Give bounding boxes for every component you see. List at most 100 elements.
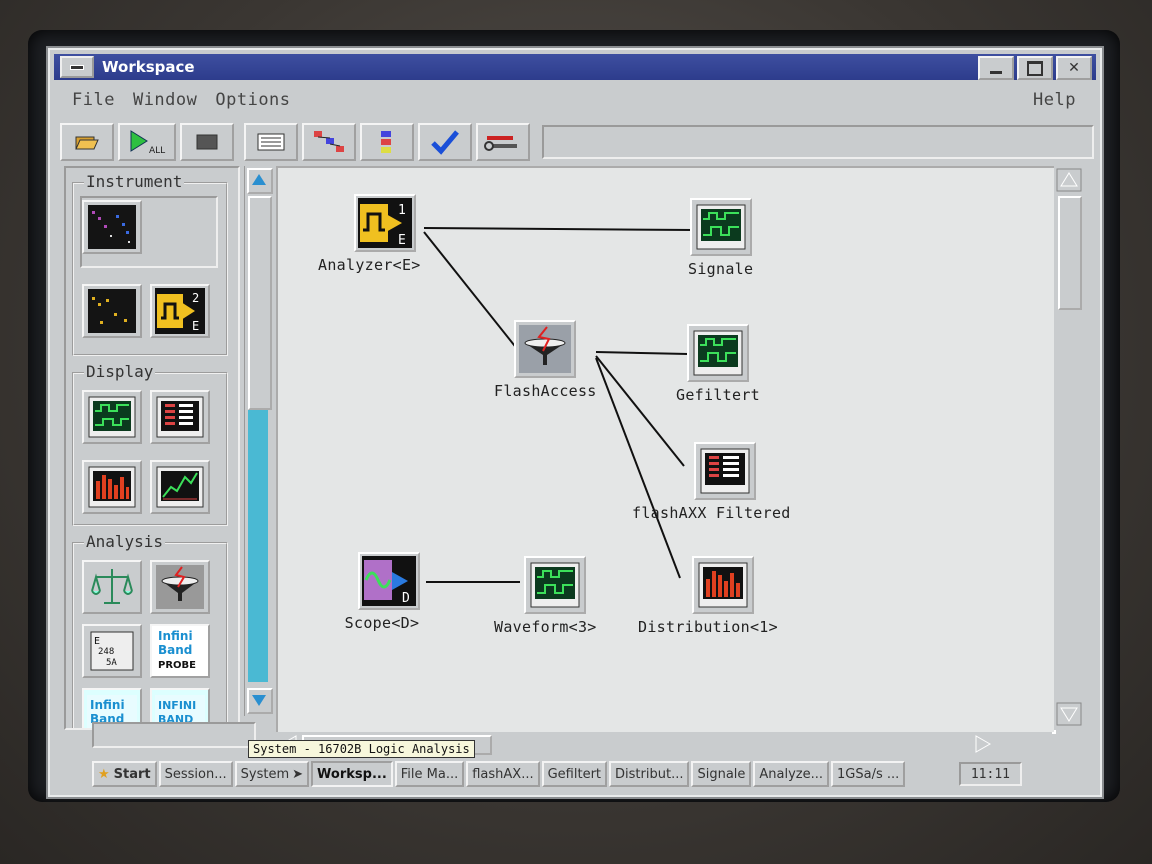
toolbar: ALL: [60, 122, 1094, 162]
node-flashaccess[interactable]: FlashAccess: [494, 320, 597, 400]
node-flashaxx[interactable]: flashAXX Filtered: [632, 442, 791, 522]
arrow-up-icon: [252, 174, 266, 185]
waveform-display-icon: [696, 204, 746, 250]
title-bar[interactable]: Workspace ✕: [54, 54, 1096, 80]
node-scope[interactable]: D Scope<D>: [344, 552, 420, 632]
menu-file[interactable]: File: [72, 90, 115, 110]
task-analyzer[interactable]: Analyze...: [753, 761, 830, 787]
node-waveform[interactable]: Waveform<3>: [494, 556, 597, 636]
task-system[interactable]: System ➤: [234, 761, 310, 787]
palette-horizontal-scrollbar[interactable]: [92, 722, 256, 748]
palette-badge-letter: E: [192, 319, 199, 333]
stop-button[interactable]: [180, 123, 234, 161]
node-waveform-icon-frame[interactable]: [524, 556, 586, 614]
palette-instrument-system[interactable]: [82, 200, 142, 254]
display-group-label: Display: [84, 362, 156, 381]
node-analyzer-icon-frame[interactable]: 1E: [354, 194, 416, 252]
list-button[interactable]: [244, 123, 298, 161]
analyzer-badge-number: 1: [398, 203, 406, 218]
svg-text:Band: Band: [158, 643, 192, 657]
palette-display-listing[interactable]: [150, 390, 210, 444]
check-button[interactable]: [418, 123, 472, 161]
task-1gsa[interactable]: 1GSa/s ...: [831, 761, 906, 787]
stop-icon: [196, 134, 218, 150]
node-gefiltert[interactable]: Gefiltert: [676, 324, 760, 404]
arrow-right-icon[interactable]: [972, 733, 994, 755]
analyzer-icon: 1E: [358, 198, 412, 248]
node-gefiltert-icon-frame[interactable]: [686, 324, 749, 382]
layout-icon: [381, 131, 391, 153]
listing-display-icon: [700, 448, 750, 494]
node-distribution[interactable]: Distribution<1>: [638, 556, 778, 636]
palette-display-waveform[interactable]: [82, 390, 142, 444]
node-flashaxx-label: flashAXX Filtered: [632, 504, 791, 522]
palette-analysis-filter[interactable]: [150, 560, 210, 614]
run-all-label: ALL: [149, 146, 165, 156]
palette-analysis-eye-chart[interactable]: E 248 5A: [82, 624, 142, 678]
clock: 11:11: [958, 762, 1022, 786]
node-analyzer[interactable]: 1E Analyzer<E>: [318, 194, 421, 274]
filter-funnel-icon: [156, 565, 204, 609]
menu-bar: File Window Options Help: [54, 82, 1096, 118]
workspace-canvas[interactable]: 1E Analyzer<E> Signale FlashAccess Gefil…: [276, 166, 1056, 734]
palette-scroll-track[interactable]: [248, 410, 268, 682]
open-button[interactable]: [60, 123, 114, 161]
checkmark-icon: [431, 130, 459, 155]
analyzer-icon: 2E: [155, 288, 205, 334]
scroll-up-button[interactable]: [247, 168, 273, 194]
minimize-button[interactable]: [978, 56, 1014, 80]
palette-display-histogram[interactable]: [82, 460, 142, 514]
node-flashaccess-icon-frame[interactable]: [514, 320, 577, 378]
arrow-down-icon[interactable]: [1056, 702, 1082, 726]
task-gefiltert[interactable]: Gefiltert: [541, 761, 608, 787]
task-signale[interactable]: Signale: [691, 761, 752, 787]
node-scope-icon-frame[interactable]: D: [358, 552, 420, 610]
node-distribution-icon-frame[interactable]: [692, 556, 754, 614]
chart-display-icon: [156, 466, 204, 508]
palette-analysis-infiniband-probe[interactable]: Infini Band PROBE: [150, 624, 210, 678]
instrument-group-label: Instrument: [84, 172, 185, 191]
run-all-button[interactable]: ALL: [118, 123, 176, 161]
connection-analyzer-signale: [423, 227, 695, 231]
node-signale-icon-frame[interactable]: [689, 198, 752, 256]
canvas-vscroll-thumb[interactable]: [1058, 196, 1082, 310]
palette-instrument-analyzer[interactable]: 2E: [150, 284, 210, 338]
menu-window[interactable]: Window: [133, 90, 197, 110]
connection-flashaccess-gefiltert: [595, 351, 689, 355]
palette-display-chart[interactable]: [150, 460, 210, 514]
svg-text:5A: 5A: [106, 658, 117, 668]
svg-text:Infini: Infini: [158, 629, 193, 643]
palette-instrument-logic[interactable]: [82, 284, 142, 338]
filter-funnel-icon: [519, 325, 572, 373]
palette-analysis-compare[interactable]: [82, 560, 142, 614]
tools-icon: [484, 136, 517, 151]
node-waveform-label: Waveform<3>: [494, 618, 597, 636]
settings-button[interactable]: [476, 123, 530, 161]
palette-scroll-thumb[interactable]: [248, 196, 272, 410]
task-flashaxx[interactable]: flashAX...: [466, 761, 540, 787]
hierarchy-button[interactable]: [302, 123, 356, 161]
layout-button[interactable]: [360, 123, 414, 161]
task-distribution[interactable]: Distribut...: [609, 761, 690, 787]
close-button[interactable]: ✕: [1056, 56, 1092, 80]
start-star-icon: ★: [98, 766, 110, 782]
node-flashaxx-icon-frame[interactable]: [694, 442, 756, 500]
task-session[interactable]: Session...: [158, 761, 233, 787]
start-button[interactable]: ★ Start: [92, 761, 157, 787]
menu-help[interactable]: Help: [1033, 90, 1076, 110]
start-label: Start: [113, 766, 151, 782]
node-signale[interactable]: Signale: [688, 198, 753, 278]
canvas-vertical-scrollbar[interactable]: [1054, 166, 1084, 730]
maximize-button[interactable]: [1017, 56, 1053, 80]
window-menu-button[interactable]: [60, 56, 94, 78]
arrow-up-icon[interactable]: [1056, 168, 1082, 192]
svg-text:Infini: Infini: [90, 698, 125, 712]
task-workspace[interactable]: Worksp...: [311, 761, 393, 787]
task-file-manager[interactable]: File Ma...: [394, 761, 465, 787]
cursor-icon: ➤: [292, 766, 304, 782]
palette-scrollbar[interactable]: [244, 166, 273, 716]
palette-sidebar: Instrument 2E Display Analysis E 248 5A …: [64, 166, 240, 730]
menu-options[interactable]: Options: [215, 90, 290, 110]
node-analyzer-label: Analyzer<E>: [318, 256, 421, 274]
scroll-down-button[interactable]: [247, 688, 273, 714]
